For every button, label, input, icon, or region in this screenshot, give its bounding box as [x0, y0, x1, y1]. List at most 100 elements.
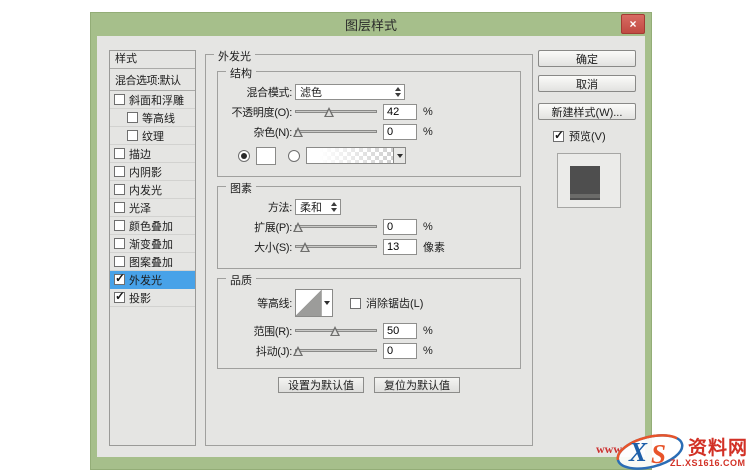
chevron-down-icon — [324, 301, 330, 305]
preview-thumbnail — [557, 153, 621, 208]
checkbox[interactable] — [114, 271, 125, 285]
set-default-button[interactable]: 设置为默认值 — [278, 377, 364, 393]
contour-picker[interactable] — [295, 289, 333, 317]
sidebar-item-texture[interactable]: 纹理 — [110, 127, 195, 145]
sidebar-item-label: 纹理 — [142, 130, 164, 143]
sidebar-item-inner-shadow[interactable]: 内阴影 — [110, 163, 195, 181]
noise-input[interactable] — [383, 123, 417, 140]
slider-track — [295, 349, 377, 352]
slider-track — [295, 130, 377, 133]
checkbox[interactable] — [114, 202, 125, 213]
dialog-body: 样式 混合选项:默认 斜面和浮雕 等高线 纹理 描边 内阴影 内发光 光泽 颜色… — [97, 36, 645, 457]
range-slider[interactable] — [295, 324, 377, 337]
slider-thumb[interactable] — [330, 326, 341, 336]
slider-thumb[interactable] — [293, 346, 304, 356]
checkbox[interactable] — [127, 130, 138, 141]
spread-slider[interactable] — [293, 220, 377, 233]
quality-legend: 品质 — [226, 272, 256, 288]
size-label: 大小(S): — [254, 241, 292, 254]
outer-glow-panel: 外发光 结构 混合模式: 滤色 不透明度(O): 42 % 杂色(N): 0 %… — [205, 48, 533, 446]
size-unit: 像素 — [423, 241, 445, 254]
slider-thumb[interactable] — [293, 127, 304, 137]
quality-group: 品质 等高线: 消除锯齿(L) 范围(R): 50 % 抖动(J): 0 % — [217, 272, 521, 369]
cancel-button[interactable]: 取消 — [538, 75, 636, 92]
spread-unit: % — [423, 220, 433, 233]
sidebar-item-color-overlay[interactable]: 颜色叠加 — [110, 217, 195, 235]
size-slider[interactable] — [295, 240, 377, 253]
dialog-titlebar[interactable]: 图层样式 × — [91, 13, 651, 36]
contour-label: 等高线: — [257, 298, 292, 310]
close-icon: × — [629, 17, 637, 31]
sidebar-item-label: 内发光 — [129, 184, 162, 197]
close-button[interactable]: × — [621, 14, 645, 34]
range-unit: % — [423, 324, 433, 337]
checkbox[interactable] — [114, 148, 125, 159]
sidebar-item-pattern-overlay[interactable]: 图案叠加 — [110, 253, 195, 271]
opacity-slider[interactable] — [295, 105, 377, 118]
ok-button[interactable]: 确定 — [538, 50, 636, 67]
stepper-arrows-icon — [327, 201, 337, 212]
opacity-unit: % — [423, 105, 433, 118]
jitter-input[interactable] — [383, 342, 417, 359]
chevron-down-icon — [396, 153, 403, 158]
svg-text:X: X — [628, 437, 648, 467]
checkbox[interactable] — [114, 256, 125, 267]
sidebar-item-inner-glow[interactable]: 内发光 — [110, 181, 195, 199]
watermark-site-url: ZL.XS1616.COM — [670, 458, 746, 468]
checkbox[interactable] — [114, 238, 125, 249]
preview-checkbox[interactable] — [553, 128, 564, 142]
sidebar-item-label: 外发光 — [129, 274, 162, 287]
sidebar-item-gradient-overlay[interactable]: 渐变叠加 — [110, 235, 195, 253]
checkbox[interactable] — [114, 289, 125, 303]
styles-list-header: 样式 — [110, 51, 195, 69]
structure-legend: 结构 — [226, 65, 256, 81]
sidebar-item-satin[interactable]: 光泽 — [110, 199, 195, 217]
preview-label: 预览(V) — [569, 131, 606, 143]
checkbox[interactable] — [127, 112, 138, 123]
sidebar-item-drop-shadow[interactable]: 投影 — [110, 289, 195, 307]
slider-thumb[interactable] — [323, 107, 334, 117]
range-input[interactable] — [383, 322, 417, 339]
checkbox[interactable] — [114, 94, 125, 105]
checkbox[interactable] — [114, 184, 125, 195]
antialias-checkbox[interactable] — [350, 297, 361, 309]
slider-track — [295, 225, 377, 228]
blend-mode-select[interactable]: 滤色 — [295, 83, 405, 100]
technique-value: 柔和 — [300, 201, 322, 214]
checkbox[interactable] — [114, 166, 125, 177]
reset-default-button[interactable]: 复位为默认值 — [374, 377, 460, 393]
preview-layer-swatch — [570, 166, 600, 200]
sidebar-item-bevel-emboss[interactable]: 斜面和浮雕 — [110, 91, 195, 109]
solid-color-radio[interactable] — [238, 149, 250, 162]
gradient-preview[interactable] — [307, 148, 393, 163]
sidebar-item-blending-options[interactable]: 混合选项:默认 — [110, 69, 195, 91]
sidebar-item-outer-glow[interactable]: 外发光 — [110, 271, 195, 289]
opacity-label: 不透明度(O): — [231, 106, 292, 119]
gradient-picker[interactable] — [306, 147, 406, 164]
jitter-label: 抖动(J): — [255, 345, 292, 358]
gradient-dropdown-button[interactable] — [393, 148, 405, 163]
sidebar-item-label: 描边 — [129, 148, 151, 161]
blend-mode-value: 滤色 — [300, 86, 322, 99]
contour-thumbnail[interactable] — [296, 290, 322, 316]
slider-thumb[interactable] — [293, 222, 304, 232]
technique-select[interactable]: 柔和 — [295, 198, 341, 215]
glow-color-swatch[interactable] — [256, 146, 276, 165]
slider-thumb[interactable] — [299, 242, 310, 252]
size-input[interactable] — [383, 238, 417, 255]
spread-input[interactable] — [383, 218, 417, 235]
new-style-button[interactable]: 新建样式(W)... — [538, 103, 636, 120]
sidebar-item-stroke[interactable]: 描边 — [110, 145, 195, 163]
noise-slider[interactable] — [293, 125, 377, 138]
watermark-site-name: 资料网 — [688, 438, 749, 459]
jitter-slider[interactable] — [293, 344, 377, 357]
opacity-input[interactable] — [383, 103, 417, 120]
checkbox[interactable] — [114, 220, 125, 231]
blend-mode-label: 混合模式: — [246, 86, 292, 99]
sidebar-item-contour[interactable]: 等高线 — [110, 109, 195, 127]
contour-dropdown-button[interactable] — [322, 290, 332, 316]
elements-group: 图素 方法: 柔和 扩展(P): 0 % 大小(S): 13 像素 — [217, 180, 521, 269]
gradient-radio[interactable] — [288, 149, 300, 162]
panel-title: 外发光 — [214, 48, 255, 64]
slider-track — [295, 110, 377, 113]
